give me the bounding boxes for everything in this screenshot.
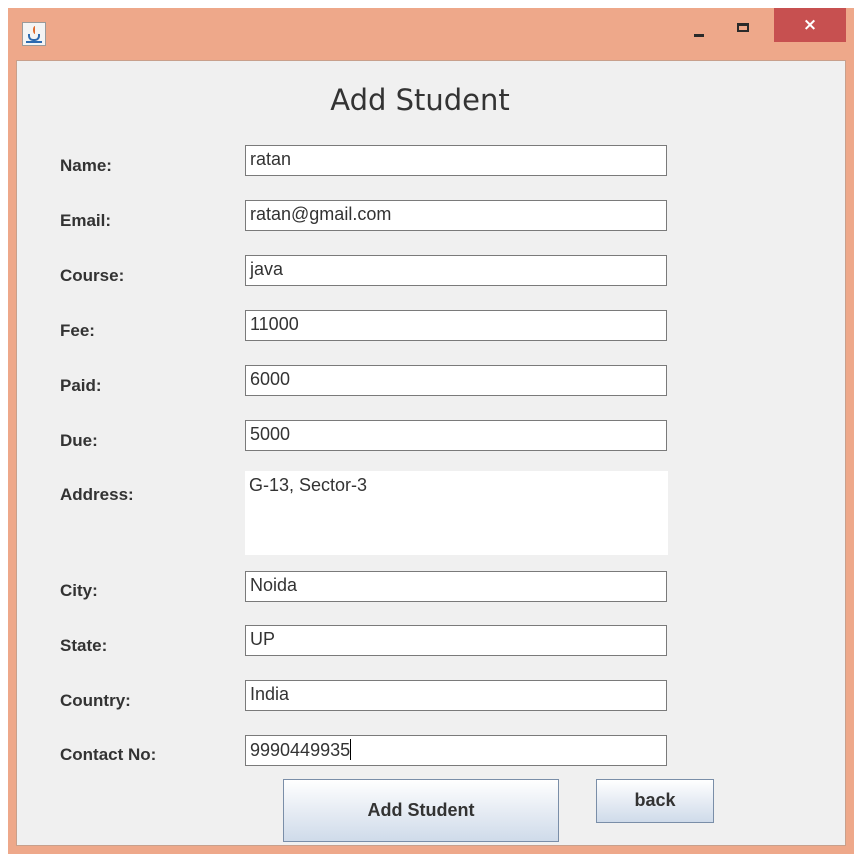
minimize-icon[interactable] xyxy=(684,14,714,42)
email-field[interactable]: ratan@gmail.com xyxy=(245,200,667,231)
due-field[interactable]: 5000 xyxy=(245,420,667,451)
form-panel: Add Student Name: ratan Email: ratan@gma… xyxy=(16,60,846,846)
name-field[interactable]: ratan xyxy=(245,145,667,176)
add-student-button[interactable]: Add Student xyxy=(283,779,559,842)
address-label: Address: xyxy=(60,485,134,504)
contact-field[interactable]: 9990449935 xyxy=(245,735,667,766)
course-field[interactable]: java xyxy=(245,255,667,286)
email-label: Email: xyxy=(60,211,112,230)
maximize-icon[interactable] xyxy=(726,14,760,42)
address-textarea[interactable]: G-13, Sector-3 xyxy=(245,471,668,555)
app-window: × Add Student Name: ratan Email: ratan@g… xyxy=(8,8,854,854)
due-label: Due: xyxy=(60,431,98,450)
state-field[interactable]: UP xyxy=(245,625,667,656)
text-caret xyxy=(350,739,352,760)
city-field[interactable]: Noida xyxy=(245,571,667,602)
contact-value: 9990449935 xyxy=(250,740,351,760)
page-title: Add Student xyxy=(330,83,510,117)
name-label: Name: xyxy=(60,156,112,175)
java-coffee-cup-icon[interactable] xyxy=(22,22,46,46)
paid-field[interactable]: 6000 xyxy=(245,365,667,396)
state-label: State: xyxy=(60,636,108,655)
fee-field[interactable]: 11000 xyxy=(245,310,667,341)
course-label: Course: xyxy=(60,266,125,285)
close-icon: × xyxy=(802,15,818,35)
fee-label: Fee: xyxy=(60,321,95,340)
close-button[interactable]: × xyxy=(774,8,846,42)
contact-label: Contact No: xyxy=(60,745,157,764)
city-label: City: xyxy=(60,581,98,600)
back-button[interactable]: back xyxy=(596,779,714,823)
country-label: Country: xyxy=(60,691,131,710)
country-field[interactable]: India xyxy=(245,680,667,711)
title-bar[interactable]: × xyxy=(8,8,854,60)
paid-label: Paid: xyxy=(60,376,102,395)
